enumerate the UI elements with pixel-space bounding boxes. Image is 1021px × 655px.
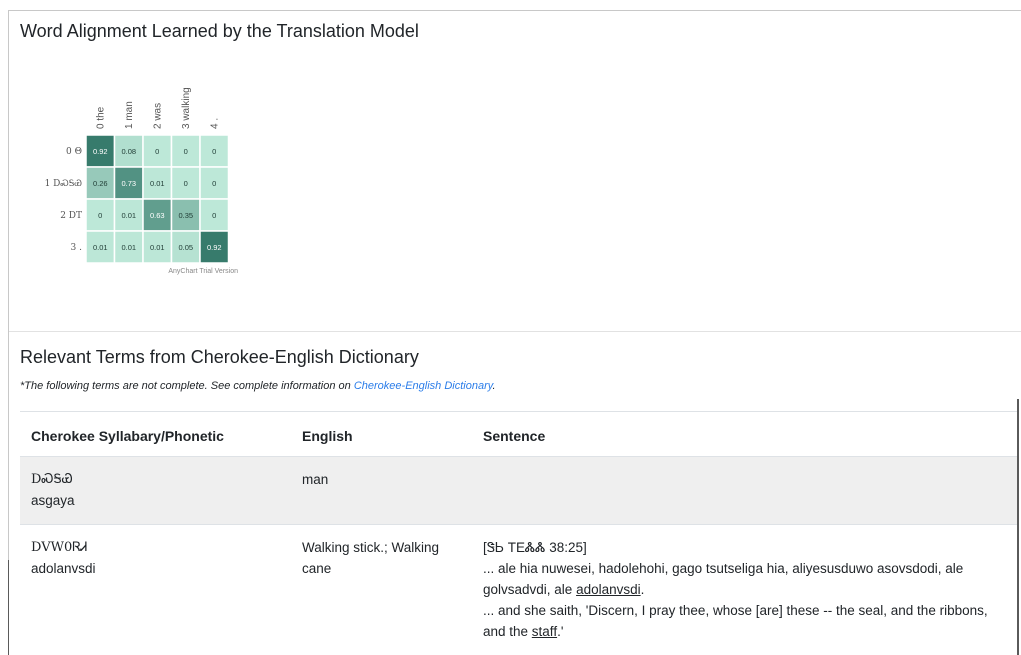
cherokee-highlight: adolanvsdi (576, 582, 641, 597)
heatmap-value-label: 0 (212, 179, 216, 188)
alignment-section-title: Word Alignment Learned by the Translatio… (20, 21, 419, 41)
heatmap-x-label: 2 was (152, 103, 163, 129)
alignment-heatmap: 0.92 0.08 0 0 0 0.26 0.73 0.01 0 0 0 0.01 0.63 0.35 0 0… (20, 64, 246, 280)
dictionary-note: *The following terms are not complete. S… (20, 380, 496, 392)
cherokee-end: . (640, 582, 645, 597)
heatmap-y-label: 2 DT (60, 211, 82, 221)
section-divider (9, 331, 1021, 332)
table-header-row: Cherokee Syllabary/Phonetic English Sent… (20, 411, 1017, 457)
term-phonetic: asgaya (31, 493, 75, 508)
term-cell: DVW0ᏒᏗ adolanvsdi (31, 537, 291, 579)
english-highlight: staff (531, 624, 558, 639)
heatmap-value-label: 0 (98, 211, 102, 220)
heatmap-svg: 0.92 0.08 0 0 0 0.26 0.73 0.01 0 0 0 0.01 0.63 0.35 0 0… (45, 87, 239, 275)
heatmap-x-label: 0 the (95, 106, 106, 129)
term-syllabary: DVW0ᏒᏗ (31, 540, 88, 555)
dictionary-link[interactable]: Cherokee-English Dictionary (354, 380, 493, 392)
heatmap-y-label: 0 Θ (66, 147, 82, 157)
heatmap-value-label: 0.01 (150, 179, 165, 188)
note-prefix: *The following terms are not complete. S… (20, 380, 354, 392)
heatmap-value-label: 0 (155, 147, 159, 156)
terms-table: Cherokee Syllabary/Phonetic English Sent… (20, 411, 1017, 655)
heatmap-value-label: 0.01 (121, 211, 136, 220)
term-sentence: [ᏕᏏ TEᏜᏜ 38:25] ... ale hia nuwesei, had… (483, 537, 1008, 642)
heatmap-value-label: 0 (212, 211, 216, 220)
heatmap-value-label: 0 (184, 179, 188, 188)
heatmap-value-label: 0.01 (121, 243, 136, 252)
english-end: .' (557, 624, 564, 639)
heatmap-value-label: 0.73 (121, 179, 136, 188)
heatmap-x-label: 3 walking (181, 87, 192, 129)
heatmap-value-label: 0.92 (93, 147, 108, 156)
sentence-reference: [ᏕᏏ TEᏜᏜ 38:25] (483, 540, 587, 555)
header-sentence: Sentence (483, 428, 546, 444)
heatmap-value-label: 0.08 (121, 147, 136, 156)
sentence-english: ... and she saith, 'Discern, I pray thee… (483, 600, 1008, 642)
heatmap-value-label: 0.63 (150, 211, 165, 220)
left-edge-line (8, 560, 9, 655)
heatmap-x-label: 4 . (209, 118, 220, 129)
heatmap-value-label: 0.05 (178, 243, 193, 252)
anychart-watermark: AnyChart Trial Version (168, 268, 238, 275)
term-cell: DᏍᎦᏯ asgaya (31, 469, 291, 511)
scrollbar[interactable] (1017, 399, 1019, 655)
header-english: English (302, 428, 353, 444)
term-phonetic: adolanvsdi (31, 561, 96, 576)
heatmap-y-label: 3 . (71, 243, 83, 253)
heatmap-y-label: 1 DᏍᎦᏯ (45, 179, 83, 189)
heatmap-value-label: 0.01 (150, 243, 165, 252)
heatmap-value-label: 0 (212, 147, 216, 156)
heatmap-value-label: 0 (184, 147, 188, 156)
term-english: man (302, 472, 329, 487)
table-row: DVW0ᏒᏗ adolanvsdi Walking stick.; Walkin… (20, 524, 1017, 655)
heatmap-value-label: 0.35 (178, 211, 193, 220)
heatmap-x-label: 1 man (124, 101, 135, 129)
cherokee-text: ... ale hia nuwesei, hadolehohi, gago ts… (483, 561, 964, 597)
dictionary-section-title: Relevant Terms from Cherokee-English Dic… (20, 347, 419, 367)
table-row: DᏍᎦᏯ asgaya man (20, 457, 1017, 524)
term-english: Walking stick.; Walking cane (302, 540, 440, 576)
heatmap-value-label: 0.01 (93, 243, 108, 252)
heatmap-value-label: 0.92 (207, 243, 222, 252)
header-syllabary: Cherokee Syllabary/Phonetic (31, 428, 224, 444)
heatmap-value-label: 0.26 (93, 179, 108, 188)
note-suffix: . (492, 380, 496, 392)
sentence-cherokee: ... ale hia nuwesei, hadolehohi, gago ts… (483, 558, 1008, 600)
term-syllabary: DᏍᎦᏯ (31, 472, 73, 487)
